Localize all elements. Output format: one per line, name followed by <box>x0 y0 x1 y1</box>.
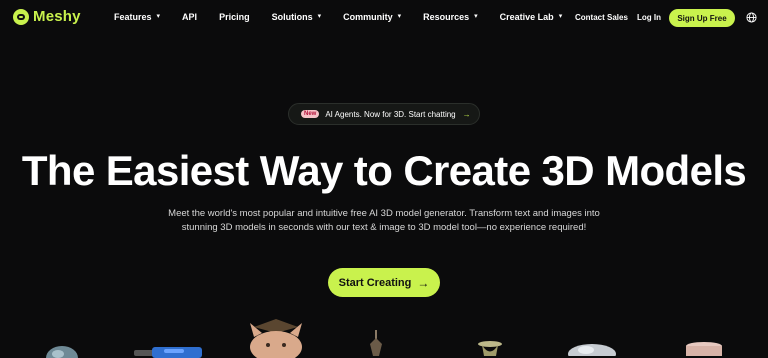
main-menu: Features ▾ API Pricing Solutions ▾ Communi… <box>114 12 584 22</box>
nav-solutions[interactable]: Solutions ▾ <box>272 12 322 22</box>
chevron-down-icon: ▾ <box>156 13 161 20</box>
arrow-right-icon: → <box>417 275 430 290</box>
vehicle-model[interactable] <box>566 342 618 356</box>
meshy-logo-icon <box>13 8 29 25</box>
nav-pricing[interactable]: Pricing <box>219 12 250 22</box>
nav-features[interactable]: Features ▾ <box>114 12 160 22</box>
model-showcase <box>0 318 768 358</box>
chevron-down-icon: ▾ <box>397 13 402 20</box>
globe-icon[interactable] <box>746 12 757 23</box>
nav-api[interactable]: API <box>182 12 197 22</box>
nav-pricing-label: Pricing <box>219 12 250 22</box>
cake-model[interactable] <box>684 342 724 356</box>
start-creating-button[interactable]: Start Creating → <box>328 268 440 297</box>
arrow-right-icon: → <box>462 109 471 119</box>
globe-model[interactable] <box>44 344 80 358</box>
nav-resources-label: Resources <box>423 12 470 22</box>
chevron-down-icon: ▾ <box>317 13 322 20</box>
login-link[interactable]: Log In <box>637 13 661 22</box>
chevron-down-icon: ▾ <box>474 13 478 20</box>
announcement-text: AI Agents. Now for 3D. Start chatting <box>325 109 456 119</box>
hero-title: The Easiest Way to Create 3D Models <box>21 147 747 194</box>
top-navigation: Meshy Features ▾ API Pricing Solutions ▾ C… <box>0 0 768 36</box>
contact-sales-link[interactable]: Contact Sales <box>575 13 628 22</box>
nav-creative-lab-label: Creative Lab <box>499 12 554 22</box>
signup-button[interactable]: Sign Up Free <box>669 9 735 27</box>
brand-name: Meshy <box>33 8 81 25</box>
chevron-down-icon: ▾ <box>558 13 563 20</box>
announcement-pill[interactable]: New AI Agents. Now for 3D. Start chattin… <box>288 103 480 125</box>
figurine-model[interactable] <box>368 330 384 356</box>
nav-community[interactable]: Community ▾ <box>343 12 401 22</box>
nav-resources[interactable]: Resources ▾ <box>423 12 478 22</box>
nav-api-label: API <box>182 12 198 22</box>
brand-logo[interactable]: Meshy <box>13 8 81 25</box>
nav-community-label: Community <box>343 12 393 22</box>
drill-model[interactable] <box>134 346 204 358</box>
start-creating-label: Start Creating <box>338 276 412 289</box>
new-badge: New <box>301 110 320 118</box>
hero-subtitle: Meet the world's most popular and intuit… <box>168 208 600 233</box>
cat-graduate-model[interactable] <box>244 319 308 358</box>
nav-features-label: Features <box>114 12 152 22</box>
nav-creative-lab[interactable]: Creative Lab ▾ <box>500 12 563 22</box>
vase-model[interactable] <box>476 340 504 356</box>
nav-solutions-label: Solutions <box>271 12 313 22</box>
